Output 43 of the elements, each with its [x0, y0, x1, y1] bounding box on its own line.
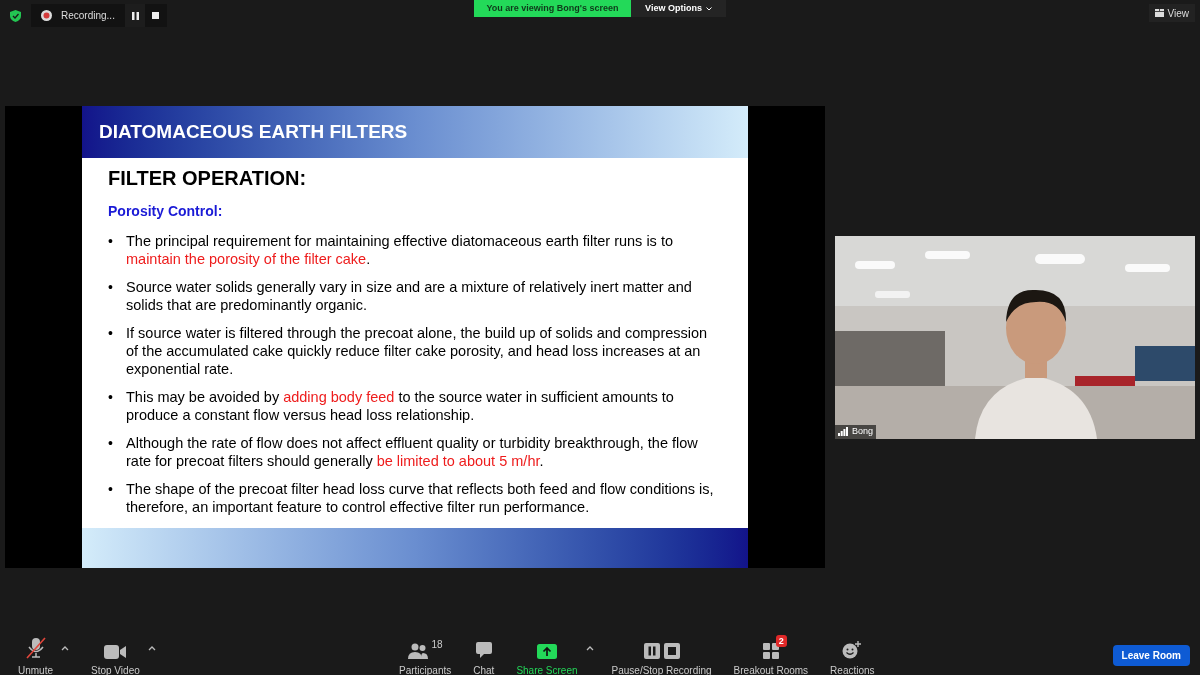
chat-button[interactable]: Chat — [469, 637, 499, 675]
bullet-mark: • — [108, 324, 114, 343]
recording-label: Recording... — [61, 9, 116, 23]
pause-stop-icon — [643, 643, 680, 659]
leave-room-button[interactable]: Leave Room — [1112, 645, 1190, 666]
record-icon — [41, 10, 52, 21]
participant-count: 18 — [431, 638, 443, 652]
slide-heading: FILTER OPERATION: — [108, 166, 308, 191]
bullet-text: Although the rate of flow does not affect effluent quality or turbidity breakthrough, the flow rate for precoat filters should generally be limited to about 5 m/hr. — [126, 434, 699, 470]
caret-icon[interactable] — [61, 645, 69, 651]
viewing-banner: You are viewing Bong's screen — [474, 0, 631, 17]
bullet-text: The shape of the precoat filter head loss curve that reflects both feed and flow conditions is, therefore, an important feature to control effective filter run performance. — [126, 480, 715, 516]
bullet-text: If source water is filtered through the precoat alone, the build up of solids and compression of the accumulated cake quickly reduce filter cake porosity, and head loss increases at an exponential rate. — [126, 324, 709, 378]
audio-button[interactable]: Unmute — [14, 637, 57, 675]
pause-icon — [131, 11, 139, 20]
bullet-text: The principal requirement for maintaining effective diatomaceous earth filter runs is to maintain the porosity of the filter cake. — [126, 232, 674, 268]
bullet-mark: • — [108, 388, 114, 407]
share-button[interactable]: Share Screen — [512, 637, 582, 675]
chevron-icon — [705, 6, 712, 11]
caret-icon[interactable] — [147, 645, 156, 651]
bullet-mark: • — [108, 480, 114, 499]
stop-icon — [151, 12, 159, 19]
people-icon — [407, 643, 428, 659]
bullet-text: Source water solids generally vary in size and are a mixture of relatively inert matter and solids that are predominantly organic. — [126, 278, 693, 314]
bullet-mark: • — [108, 232, 114, 251]
slide-title: DIATOMACEOUS EARTH FILTERS — [99, 119, 408, 144]
caret-icon[interactable] — [585, 645, 594, 651]
chat-bubble-icon — [474, 641, 493, 659]
breakout-button[interactable]: 2 Breakout Rooms — [729, 637, 813, 675]
reactions-button[interactable]: Reactions — [826, 637, 879, 675]
smiley-plus-icon — [842, 641, 863, 659]
bullet-text: This may be avoided by adding body feed to the source water in sufficient amounts to produce a constant flow versus head loss relationship. — [126, 388, 675, 424]
slide-subheading: Porosity Control: — [108, 202, 224, 221]
participant-name: Bong — [852, 424, 874, 438]
window-icon — [1154, 9, 1164, 17]
bullet-mark: • — [108, 278, 114, 297]
grid-icon — [762, 643, 779, 659]
view-button[interactable]: View — [1148, 4, 1195, 22]
shield-icon[interactable] — [10, 10, 21, 22]
view-options-button[interactable]: View Options — [631, 0, 726, 17]
count-badge: 2 — [775, 635, 787, 647]
signal-icon — [838, 427, 848, 436]
bullet-mark: • — [108, 434, 114, 453]
